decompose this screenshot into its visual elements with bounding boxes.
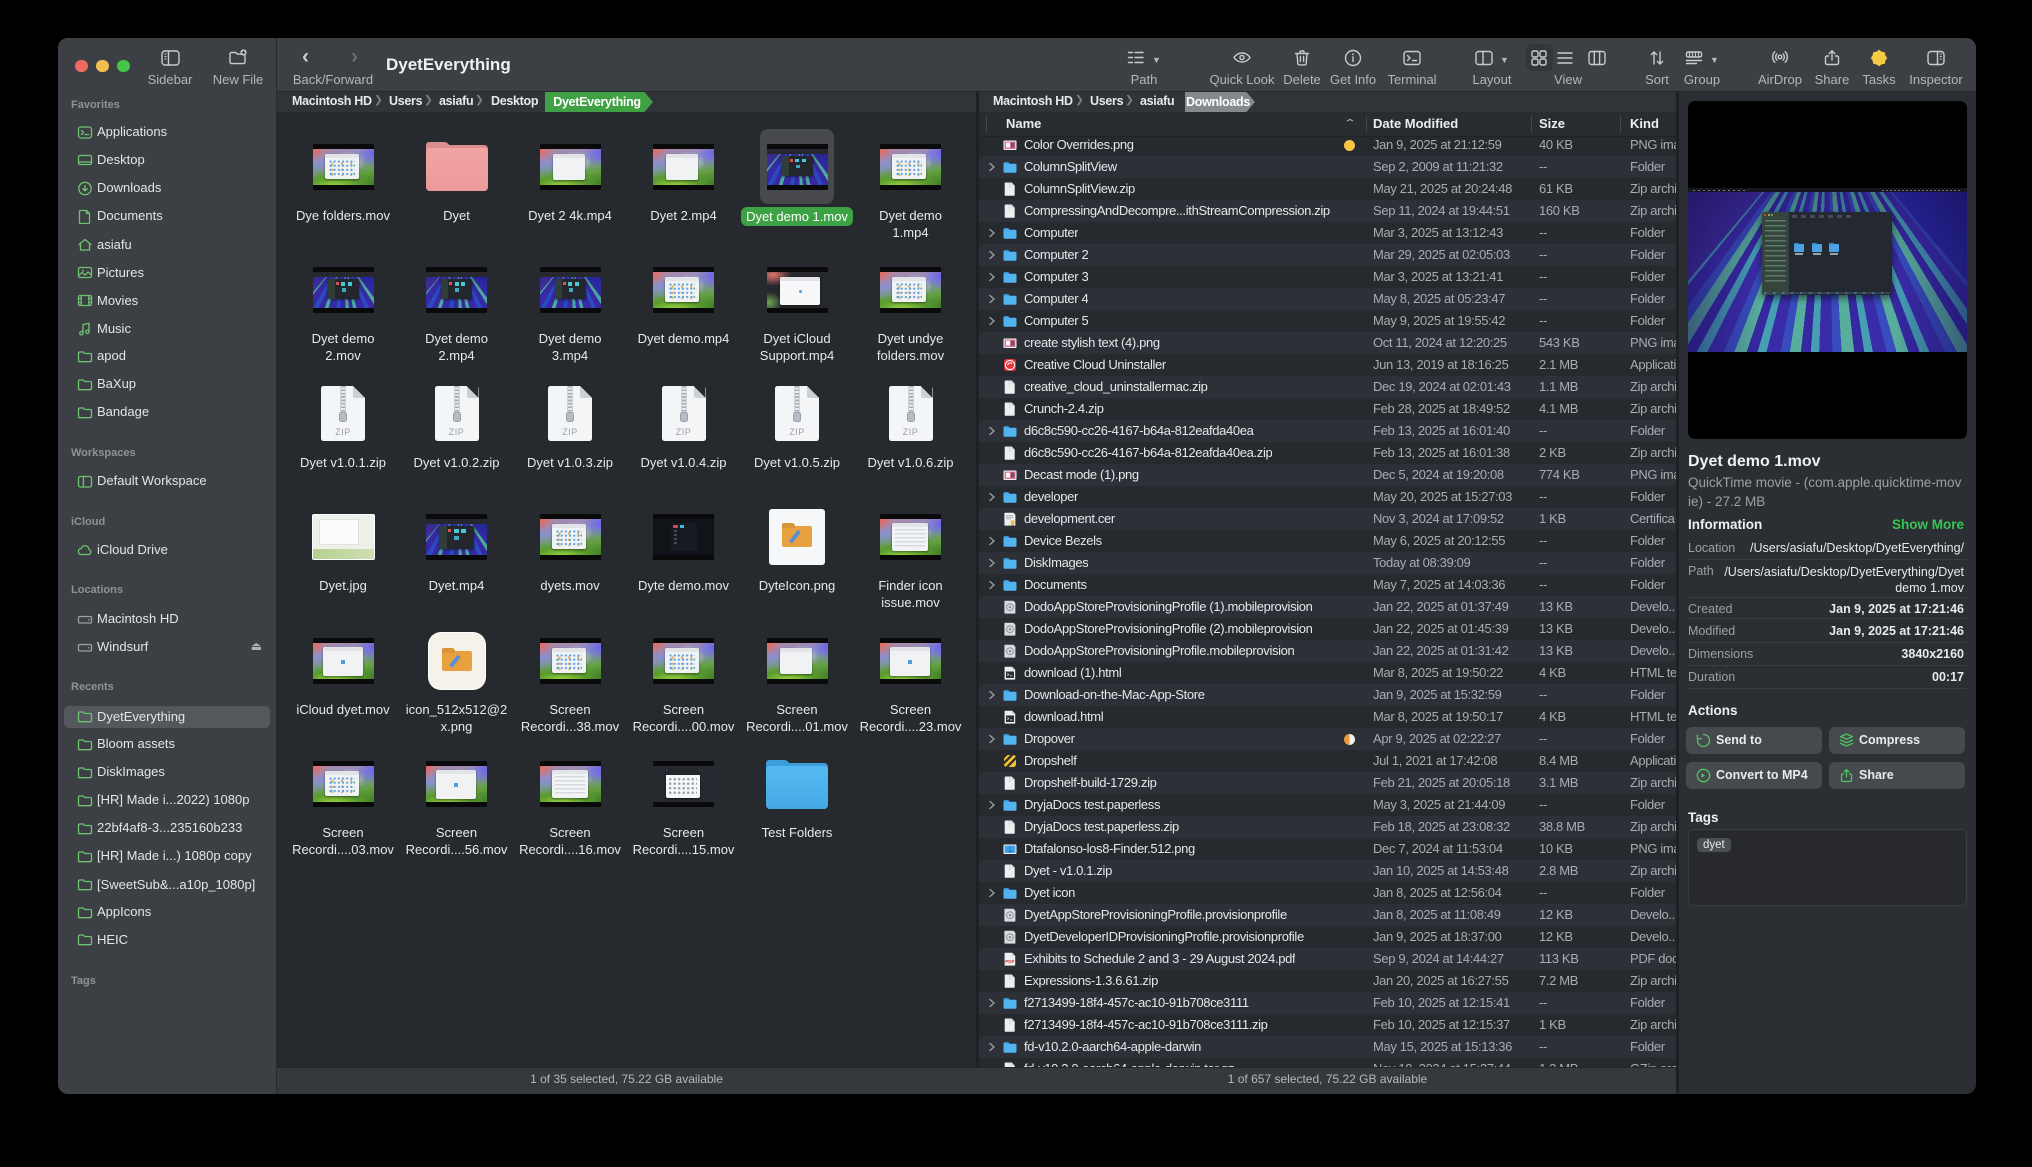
svg-text:PDF: PDF: [1005, 959, 1014, 964]
